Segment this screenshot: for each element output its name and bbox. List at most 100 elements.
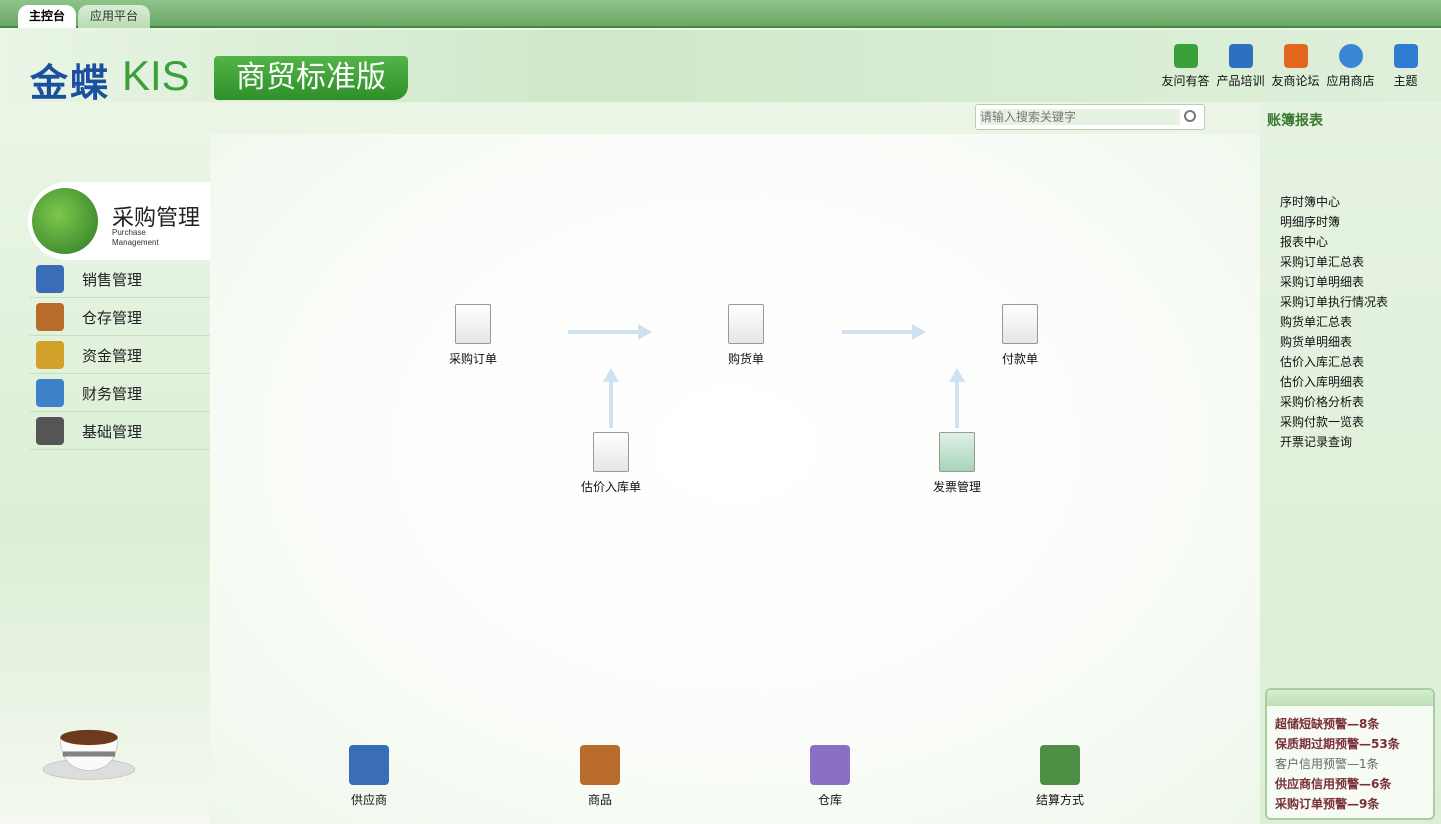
alert-item[interactable]: 采购订单预警—9条 <box>1275 794 1400 814</box>
flow-label: 估价入库单 <box>580 480 641 494</box>
report-link[interactable]: 估价入库明细表 <box>1280 372 1388 392</box>
alert-list: 超储短缺预警—8条 保质期过期预警—53条 客户信用预警—1条 供应商信用预警—… <box>1275 714 1400 814</box>
toolbar-app-store-button[interactable]: 应用商店 <box>1323 44 1378 94</box>
flow-label: 采购订单 <box>448 352 497 366</box>
shortcut-label: 结算方式 <box>1035 793 1084 807</box>
shortcut-label: 仓库 <box>817 793 842 807</box>
money-icon <box>36 341 64 369</box>
brand-name-cn: 金蝶 <box>30 61 111 105</box>
nav-active-subtitle: Purchase Management <box>112 228 159 247</box>
nav-item-label: 资金管理 <box>82 347 143 365</box>
warehouse-house-icon <box>810 745 850 785</box>
left-nav: 采购管理 Purchase Management 销售管理 仓存管理 资金管理 财… <box>0 102 210 824</box>
payment-icon <box>1002 304 1038 344</box>
flow-label: 付款单 <box>1001 352 1038 366</box>
report-link[interactable]: 采购订单汇总表 <box>1280 252 1388 272</box>
nav-item-label: 销售管理 <box>82 271 143 289</box>
sales-icon <box>36 265 64 293</box>
warehouse-icon <box>36 303 64 331</box>
brand-edition: 商贸标准版 <box>214 56 408 100</box>
tools-icon <box>36 417 64 445</box>
goods-icon <box>580 745 620 785</box>
flow-payment[interactable]: 付款单 <box>975 304 1065 367</box>
alert-item[interactable]: 供应商信用预警—6条 <box>1275 774 1400 794</box>
qa-icon <box>1173 44 1198 68</box>
cart-icon <box>728 304 764 344</box>
arrow-up <box>949 368 965 428</box>
toolbar-label: 友问有答 <box>1161 74 1210 88</box>
shortcut-settlement[interactable]: 结算方式 <box>1020 745 1100 808</box>
report-link[interactable]: 采购订单执行情况表 <box>1280 292 1388 312</box>
shortcut-goods[interactable]: 商品 <box>560 745 640 808</box>
app-store-icon <box>1338 44 1363 68</box>
nav-item-purchase-active[interactable]: 采购管理 Purchase Management <box>28 182 210 260</box>
report-link[interactable]: 购货单明细表 <box>1280 332 1388 352</box>
arrow-up <box>603 368 619 428</box>
shortcut-label: 供应商 <box>350 793 387 807</box>
toolbar-label: 应用商店 <box>1326 74 1375 88</box>
report-link[interactable]: 开票记录查询 <box>1280 432 1388 452</box>
search-box <box>975 104 1205 130</box>
tab-app-platform[interactable]: 应用平台 <box>78 5 150 28</box>
alert-item[interactable]: 保质期过期预警—53条 <box>1275 734 1400 754</box>
alert-item[interactable]: 客户信用预警—1条 <box>1275 754 1400 774</box>
arrow-right <box>568 324 652 340</box>
top-tab-strip: 主控台 应用平台 <box>0 0 1441 28</box>
nav-item-sales[interactable]: 销售管理 <box>30 260 210 298</box>
toolbar-label: 友商论坛 <box>1271 74 1320 88</box>
search-input[interactable] <box>980 109 1180 125</box>
brand-name-en: KIS <box>122 52 190 99</box>
flow-label: 发票管理 <box>932 480 981 494</box>
coffee-cup-icon <box>42 729 136 780</box>
report-link[interactable]: 估价入库汇总表 <box>1280 352 1388 372</box>
toolbar-label: 主题 <box>1393 74 1418 88</box>
report-link[interactable]: 采购订单明细表 <box>1280 272 1388 292</box>
search-icon[interactable] <box>1184 110 1196 122</box>
flow-invoice[interactable]: 发票管理 <box>912 432 1002 495</box>
report-link[interactable]: 序时簿中心 <box>1280 192 1388 212</box>
nav-item-money[interactable]: 资金管理 <box>30 336 210 374</box>
header: 金蝶 KIS 商贸标准版 友问有答 产品培训 友商论坛 应用商店 主题 <box>0 30 1441 105</box>
nav-item-label: 财务管理 <box>82 385 143 403</box>
flow-purchase-order[interactable]: 采购订单 <box>428 304 518 367</box>
report-link[interactable]: 报表中心 <box>1280 232 1388 252</box>
alert-panel: 超储短缺预警—8条 保质期过期预警—53条 客户信用预警—1条 供应商信用预警—… <box>1265 688 1435 820</box>
theme-icon <box>1393 44 1418 68</box>
finance-icon <box>36 379 64 407</box>
arrow-right <box>842 324 926 340</box>
report-link[interactable]: 采购价格分析表 <box>1280 392 1388 412</box>
tab-main-console[interactable]: 主控台 <box>18 5 76 28</box>
estimated-receipt-icon <box>593 432 629 472</box>
nav-item-finance[interactable]: 财务管理 <box>30 374 210 412</box>
toolbar: 友问有答 产品培训 友商论坛 应用商店 主题 <box>1158 44 1433 94</box>
alert-item[interactable]: 超储短缺预警—8条 <box>1275 714 1400 734</box>
alert-panel-header <box>1267 690 1433 706</box>
flow-purchase-receipt[interactable]: 购货单 <box>701 304 791 367</box>
shortcut-supplier[interactable]: 供应商 <box>329 745 409 808</box>
reports-list: 序时簿中心 明细序时簿 报表中心 采购订单汇总表 采购订单明细表 采购订单执行情… <box>1280 192 1388 452</box>
toolbar-qa-button[interactable]: 友问有答 <box>1158 44 1213 94</box>
toolbar-forum-button[interactable]: 友商论坛 <box>1268 44 1323 94</box>
nav-item-basic[interactable]: 基础管理 <box>30 412 210 450</box>
supplier-icon <box>349 745 389 785</box>
main-flow-area <box>210 134 1260 824</box>
toolbar-training-button[interactable]: 产品培训 <box>1213 44 1268 94</box>
report-link[interactable]: 明细序时簿 <box>1280 212 1388 232</box>
shortcut-label: 商品 <box>587 793 612 807</box>
report-link[interactable]: 采购付款一览表 <box>1280 412 1388 432</box>
nav-item-label: 仓存管理 <box>82 309 143 327</box>
purchase-icon <box>32 188 98 254</box>
invoice-icon <box>939 432 975 472</box>
shortcut-warehouse[interactable]: 仓库 <box>790 745 870 808</box>
settlement-icon <box>1040 745 1080 785</box>
toolbar-theme-button[interactable]: 主题 <box>1378 44 1433 94</box>
purchase-order-icon <box>455 304 491 344</box>
reports-title: 账簿报表 <box>1267 113 1323 129</box>
toolbar-label: 产品培训 <box>1216 74 1265 88</box>
training-icon <box>1228 44 1253 68</box>
flow-estimated-receipt[interactable]: 估价入库单 <box>566 432 656 495</box>
forum-icon <box>1283 44 1308 68</box>
nav-item-label: 基础管理 <box>82 423 143 441</box>
report-link[interactable]: 购货单汇总表 <box>1280 312 1388 332</box>
nav-item-warehouse[interactable]: 仓存管理 <box>30 298 210 336</box>
